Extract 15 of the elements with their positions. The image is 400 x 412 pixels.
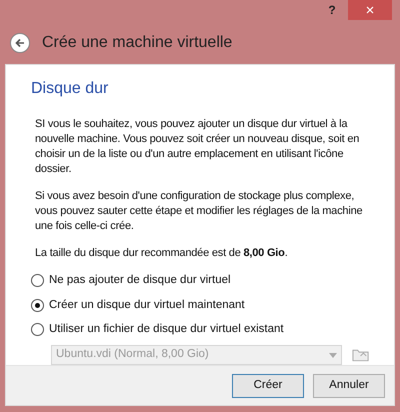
window-title: Crée une machine virtuelle	[42, 33, 232, 54]
radio-option[interactable]: Créer un disque dur virtuel maintenant	[31, 296, 369, 314]
close-button[interactable]: ×	[348, 0, 392, 20]
back-button[interactable]	[10, 33, 30, 54]
page-heading: Disque dur	[31, 79, 110, 100]
back-arrow-icon	[14, 37, 26, 50]
dialog-button[interactable]: Annuler	[313, 374, 385, 398]
radio-option[interactable]: Ne pas ajouter de disque dur virtuel	[31, 272, 369, 290]
help-button[interactable]: ?	[318, 0, 346, 20]
description-text: SI vous le souhaitez, vous pouvez ajouter un disque dur virtuel à la nouvelle machine. Vous pouvez soit créer un nouveau disque, soit en choisir un de la liste ou d'un autre emplacement en utilisant l'icône dossier.	[35, 117, 360, 178]
description-text: La taille du disque dur recommandée est de 8,00 Gio.	[35, 246, 289, 262]
dialog-button[interactable]: Créer	[232, 374, 304, 398]
description-text: Si vous avez besoin d'une configuration de stockage plus complexe, vous pouvez sauter cette étape et modifier les réglages de la machine une fois celle-ci crée.	[35, 189, 364, 234]
dropdown-caret-icon	[328, 352, 337, 358]
radio-option[interactable]: Utiliser un fichier de disque dur virtuel existant	[31, 320, 369, 338]
